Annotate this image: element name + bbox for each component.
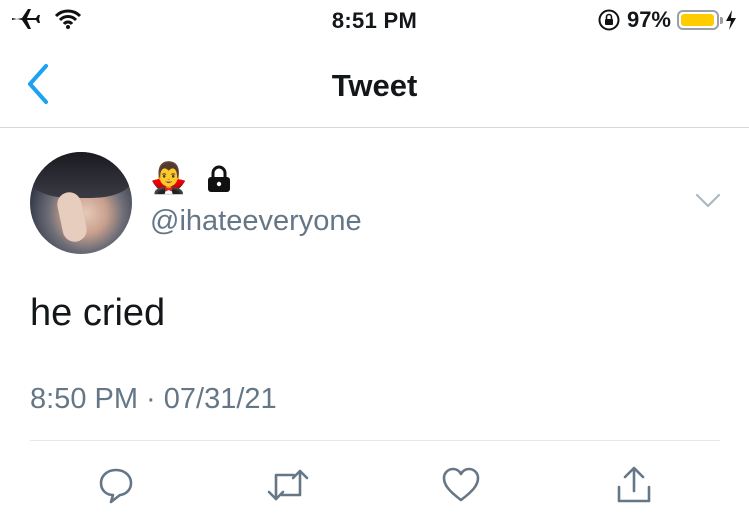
like-button[interactable] (439, 462, 483, 508)
like-icon (442, 467, 480, 502)
battery-fill (681, 14, 714, 26)
vampire-emoji: 🧛‍♂️ (150, 162, 188, 195)
rotation-lock-icon (598, 9, 620, 31)
avatar[interactable] (30, 152, 132, 254)
divider (30, 440, 720, 441)
user-handle[interactable]: @ihateeveryone (150, 205, 362, 238)
share-icon (617, 466, 651, 503)
share-button[interactable] (612, 462, 656, 508)
tweet-timestamp: 8:50 PM · 07/31/21 (30, 383, 277, 415)
avatar-hair (30, 152, 132, 198)
retweet-icon (267, 469, 309, 501)
status-bar: 8:51 PM 97% (0, 0, 749, 40)
action-bar (0, 462, 749, 512)
display-name[interactable]: 🧛‍♂️ (150, 162, 233, 196)
charging-bolt-icon (726, 10, 736, 30)
retweet-button[interactable] (266, 462, 310, 508)
status-right: 97% (597, 7, 737, 33)
battery-cap (720, 17, 723, 24)
battery-percent: 97% (626, 7, 671, 32)
lock-icon (208, 165, 231, 192)
reply-icon (99, 468, 133, 504)
tweet-text: he cried (30, 292, 166, 334)
avatar-hand (55, 190, 89, 244)
reply-button[interactable] (94, 462, 138, 508)
battery-icon (677, 10, 723, 30)
page-title: Tweet (331, 68, 418, 103)
chevron-down-icon[interactable] (695, 192, 721, 210)
navigation-bar: Tweet (0, 40, 749, 128)
